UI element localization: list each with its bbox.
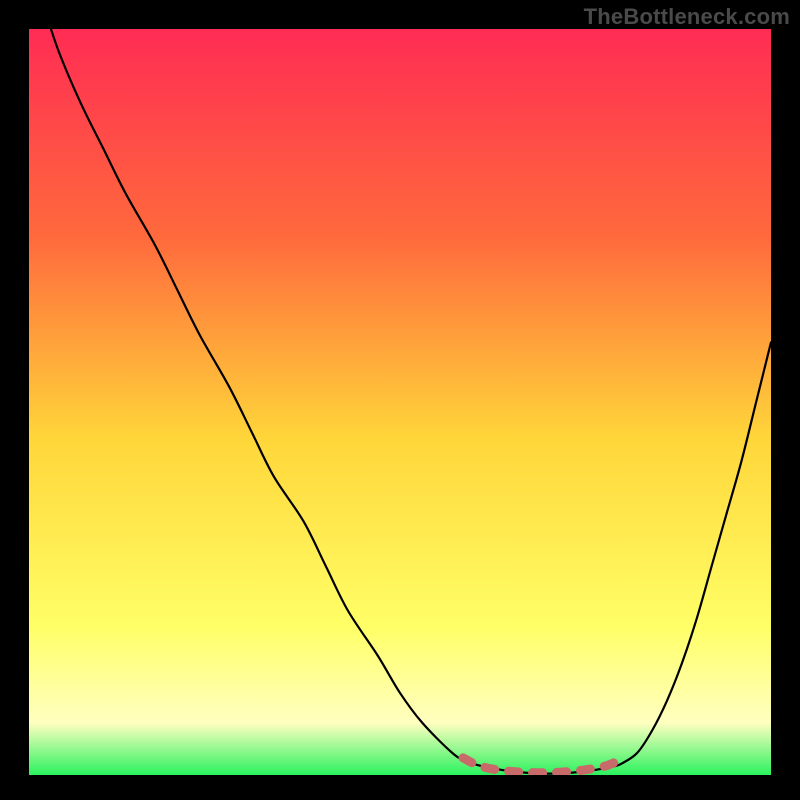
watermark-text: TheBottleneck.com — [584, 4, 790, 30]
chart-frame: TheBottleneck.com — [0, 0, 800, 800]
plot-svg — [29, 29, 771, 775]
plot-area — [29, 29, 771, 775]
gradient-background — [29, 29, 771, 775]
